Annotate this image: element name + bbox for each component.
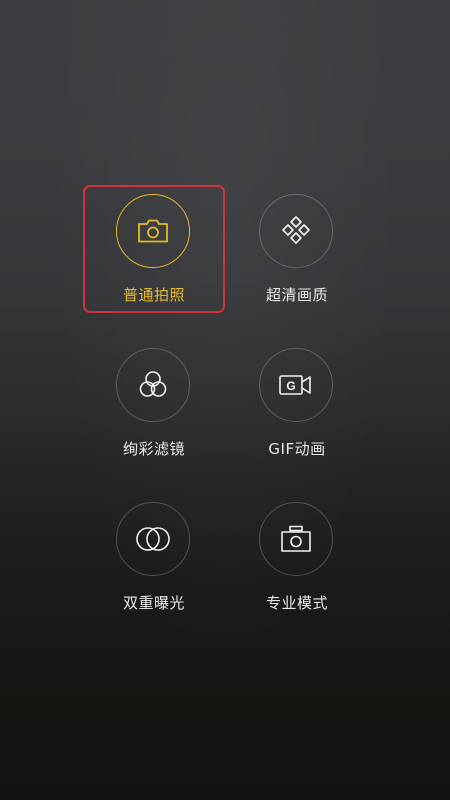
gif-video-icon: G <box>278 373 314 397</box>
mode-label: 专业模式 <box>265 594 328 612</box>
mode-pro[interactable]: 专业模式 <box>227 494 367 622</box>
mode-hd-quality[interactable]: 超清画质 <box>227 186 367 314</box>
color-filter-icon <box>135 368 171 402</box>
mode-label: 双重曝光 <box>122 594 185 612</box>
mode-color-filter-button[interactable] <box>116 348 190 422</box>
double-exposure-icon <box>134 524 172 554</box>
svg-text:G: G <box>286 379 295 393</box>
mode-hd-quality-button[interactable] <box>259 194 333 268</box>
mode-double-exposure-button[interactable] <box>116 502 190 576</box>
pro-camera-icon <box>279 524 313 554</box>
mode-pro-button[interactable] <box>259 502 333 576</box>
mode-gif-animation-button[interactable]: G <box>259 348 333 422</box>
selection-highlight <box>83 185 225 313</box>
diamond-grid-icon <box>279 214 313 248</box>
mode-gif-animation[interactable]: G GIF动画 <box>227 340 367 468</box>
mode-label: 超清画质 <box>265 286 328 304</box>
background <box>0 0 450 800</box>
mode-label: 绚彩滤镜 <box>122 440 185 458</box>
mode-double-exposure[interactable]: 双重曝光 <box>84 494 224 622</box>
mode-color-filter[interactable]: 绚彩滤镜 <box>84 340 224 468</box>
mode-label: GIF动画 <box>268 440 326 458</box>
